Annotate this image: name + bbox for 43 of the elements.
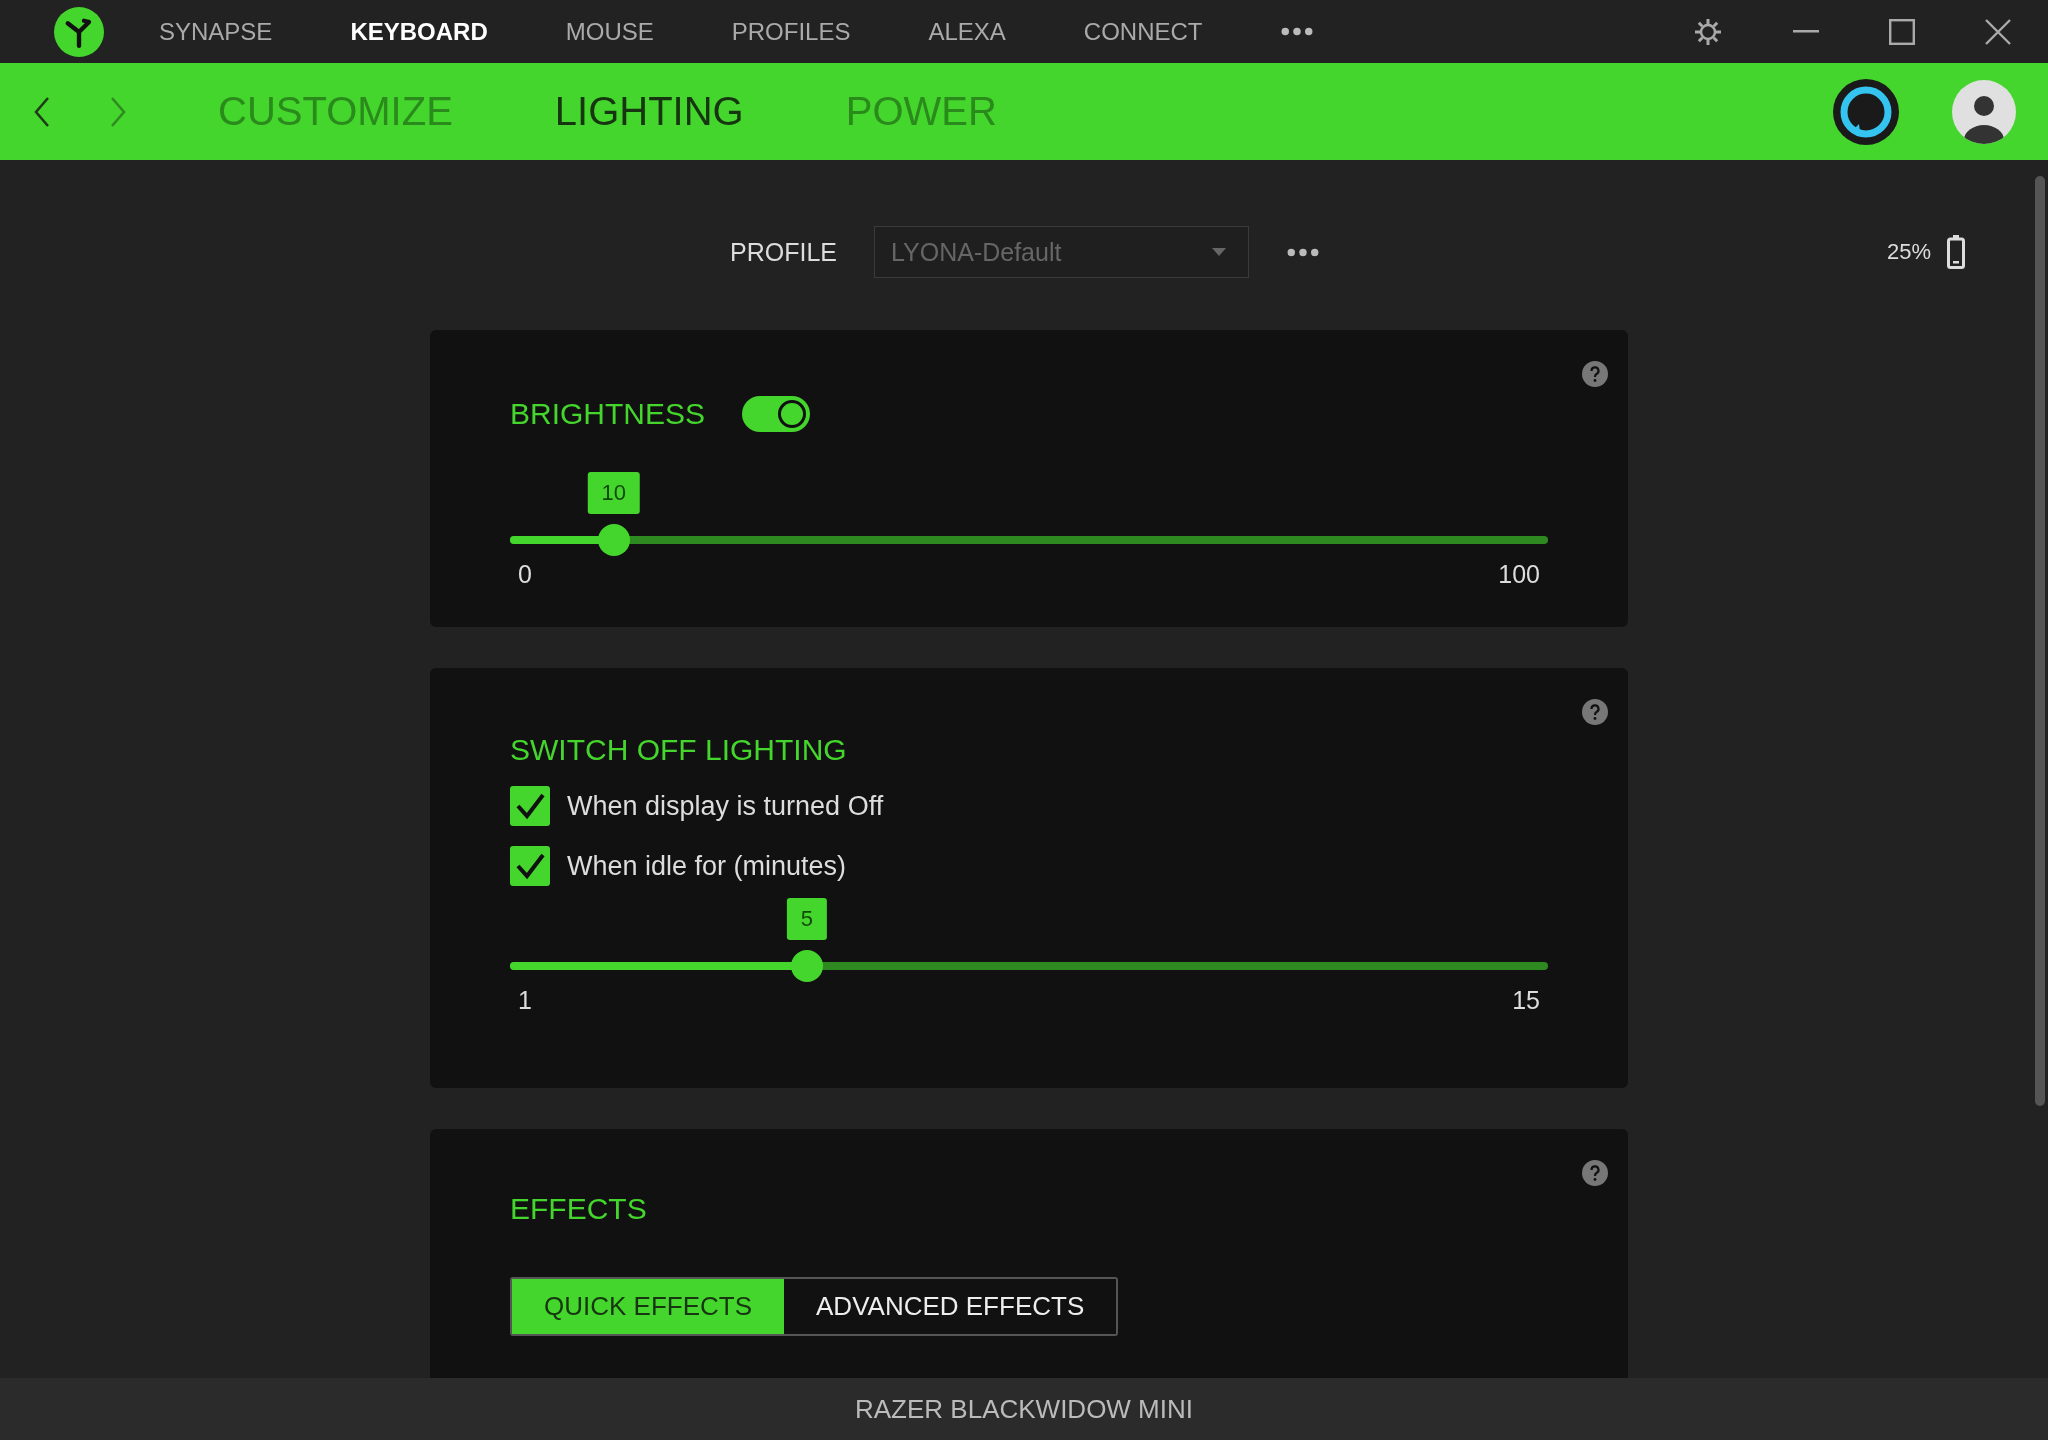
nav-tab[interactable]: CONNECT	[1083, 17, 1203, 46]
checkbox[interactable]	[510, 846, 550, 886]
brightness-toggle[interactable]	[742, 396, 811, 432]
slider-min: 1	[518, 986, 532, 1015]
help-icon[interactable]	[1582, 361, 1608, 387]
checkbox-label: When display is turned Off	[567, 790, 884, 822]
help-icon[interactable]	[1582, 699, 1608, 725]
slider-value: 5	[786, 898, 827, 940]
section-title: BRIGHTNESS	[510, 397, 706, 431]
caret-icon	[1212, 248, 1226, 256]
logo-icon	[54, 6, 104, 57]
more-icon[interactable]	[1280, 27, 1313, 36]
effects-tab[interactable]: QUICK EFFECTS	[512, 1279, 784, 1334]
checkbox[interactable]	[510, 786, 550, 826]
help-icon[interactable]	[1582, 1160, 1608, 1186]
sub-tab[interactable]: LIGHTING	[554, 89, 744, 134]
alexa-ring-icon[interactable]	[1833, 78, 1899, 145]
slider-handle[interactable]	[597, 524, 630, 556]
slider-value: 10	[587, 472, 641, 514]
slider-handle[interactable]	[790, 950, 823, 982]
nav-tab[interactable]: PROFILES	[731, 17, 851, 46]
battery-icon	[1947, 235, 1965, 269]
slider-max: 100	[1498, 560, 1540, 589]
nav-tab[interactable]: SYNAPSE	[159, 17, 273, 46]
checkbox-label: When idle for (minutes)	[567, 850, 847, 882]
nav-tab[interactable]: ALEXA	[928, 17, 1006, 46]
settings-icon[interactable]	[1693, 16, 1723, 47]
battery-reading: 25%	[1886, 239, 1931, 265]
back-icon[interactable]	[34, 95, 50, 128]
slider-min: 0	[518, 560, 532, 589]
nav-tab[interactable]: KEYBOARD	[350, 17, 488, 46]
slider-max: 15	[1512, 986, 1540, 1015]
device-name: RAZER BLACKWIDOW MINI	[855, 1393, 1193, 1425]
nav-tab[interactable]: MOUSE	[565, 17, 654, 46]
close-icon[interactable]	[1985, 18, 2011, 45]
scrollbar[interactable]	[2035, 176, 2045, 1106]
avatar-icon[interactable]	[1952, 79, 2016, 144]
section-title: EFFECTS	[510, 1192, 647, 1226]
more-icon[interactable]	[1287, 247, 1319, 257]
minimize-icon[interactable]	[1793, 29, 1819, 34]
section-title: SWITCH OFF LIGHTING	[510, 733, 847, 767]
profile-label: PROFILE	[730, 237, 837, 267]
maximize-icon[interactable]	[1889, 18, 1915, 45]
